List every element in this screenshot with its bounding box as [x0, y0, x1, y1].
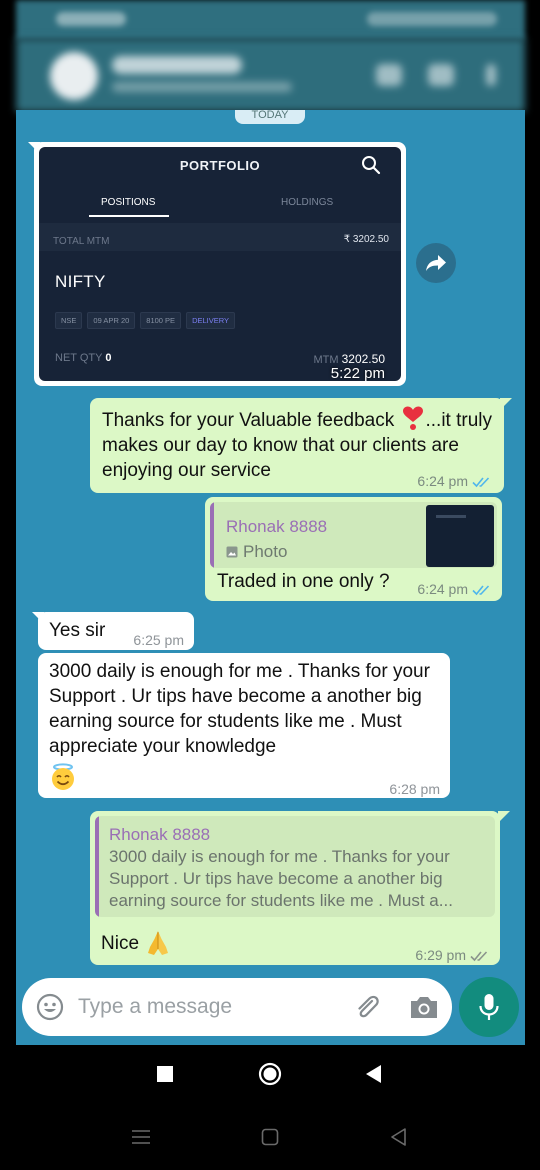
forward-icon: [426, 255, 446, 271]
position-mtm: MTM 3202.50: [313, 352, 386, 366]
quote-author: Rhonak 8888: [109, 825, 211, 844]
message-meta: 6:28 pm: [389, 777, 440, 802]
date-chip: TODAY: [235, 110, 305, 124]
quote-text: 3000 daily is enough for me . Thanks for…: [109, 847, 453, 910]
forward-button[interactable]: [416, 243, 456, 283]
portfolio-title: PORTFOLIO: [179, 158, 261, 173]
message-meta: 6:29 pm: [415, 943, 490, 968]
message-incoming[interactable]: Yes sir 6:25 pm: [38, 612, 194, 650]
message-meta: 6:24 pm: [417, 577, 492, 602]
message-composer[interactable]: Type a message: [22, 978, 452, 1036]
message-outgoing-reply[interactable]: Rhonak 8888 3000 daily is enough for me …: [90, 811, 500, 965]
message-time: 6:29 pm: [415, 947, 466, 963]
message-outgoing-reply[interactable]: Rhonak 8888 Photo Traded in one only ? 6…: [205, 497, 502, 601]
read-ticks-icon: [472, 584, 490, 595]
phone-screen: TODAY PORTFOLIO POSITIONS HOLDINGS TOTAL…: [0, 0, 540, 1170]
mic-icon: [479, 994, 499, 1020]
message-input[interactable]: Type a message: [78, 995, 232, 1019]
navigation-bar: [0, 1045, 540, 1105]
status-bar-blurred: [16, 0, 525, 40]
paperclip-icon[interactable]: [352, 992, 382, 1022]
message-time: 6:24 pm: [417, 581, 468, 597]
quote-author: Rhonak 8888: [226, 517, 328, 536]
tag-exchange: NSE: [55, 312, 83, 329]
quoted-message[interactable]: Rhonak 8888 3000 daily is enough for me …: [95, 816, 495, 917]
message-text: Thanks for your Valuable feedback: [102, 410, 400, 431]
heart-emoji-icon: [402, 406, 423, 430]
net-qty: NET QTY 0: [55, 352, 112, 364]
camera-icon[interactable]: [408, 993, 440, 1021]
quoted-message[interactable]: Rhonak 8888 Photo: [210, 502, 497, 568]
square-outline-icon[interactable]: [261, 1128, 279, 1146]
message-text: Yes sir: [49, 620, 106, 641]
tag-strike: 8100 PE: [140, 312, 182, 329]
back-outline-icon[interactable]: [389, 1127, 407, 1147]
message-text: Traded in one only ?: [217, 571, 390, 592]
portfolio-screenshot[interactable]: PORTFOLIO POSITIONS HOLDINGS TOTAL MTM ₹…: [39, 147, 401, 381]
emoji-icon[interactable]: [36, 993, 64, 1021]
back-button[interactable]: [364, 1064, 382, 1084]
read-ticks-icon: [472, 476, 490, 487]
menu-lines-icon[interactable]: [131, 1129, 151, 1145]
delivered-ticks-icon: [470, 950, 488, 961]
photo-icon: [226, 546, 238, 557]
message-time: 6:24 pm: [417, 473, 468, 489]
chat-header-blurred[interactable]: [16, 38, 525, 112]
message-meta: 6:25 pm: [133, 628, 184, 653]
home-button[interactable]: [258, 1062, 282, 1086]
total-mtm-value: ₹ 3202.50: [343, 234, 389, 245]
tag-product: DELIVERY: [186, 312, 236, 329]
folded-hands-icon: [148, 931, 169, 955]
image-message[interactable]: PORTFOLIO POSITIONS HOLDINGS TOTAL MTM ₹…: [34, 142, 406, 386]
total-mtm-label: TOTAL MTM: [53, 236, 110, 247]
message-time: 6:25 pm: [133, 632, 184, 648]
recents-button[interactable]: [156, 1065, 174, 1083]
quote-photo-label: Photo: [226, 539, 287, 564]
quote-thumbnail: [426, 505, 494, 567]
message-outgoing[interactable]: Thanks for your Valuable feedback ...it …: [90, 398, 504, 493]
message-time: 6:28 pm: [389, 781, 440, 797]
position-tags: NSE 09 APR 20 8100 PE DELIVERY: [55, 312, 236, 329]
smiling-face-with-halo-icon: [52, 763, 74, 790]
tab-holdings: HOLDINGS: [281, 197, 334, 208]
message-body: Nice: [101, 929, 171, 957]
mic-button[interactable]: [459, 977, 519, 1037]
message-text: 3000 daily is enough for me . Thanks for…: [49, 661, 430, 757]
message-incoming[interactable]: 3000 daily is enough for me . Thanks for…: [38, 653, 450, 798]
message-time: 5:22 pm: [330, 365, 385, 381]
position-symbol: NIFTY: [55, 272, 106, 291]
search-icon: [362, 156, 381, 175]
tag-expiry: 09 APR 20: [87, 312, 136, 329]
message-text: Nice: [101, 932, 140, 954]
avatar[interactable]: [50, 52, 98, 100]
message-meta: 6:24 pm: [417, 469, 492, 494]
gesture-navigation-bar: [0, 1105, 540, 1170]
tab-positions: POSITIONS: [88, 197, 171, 217]
